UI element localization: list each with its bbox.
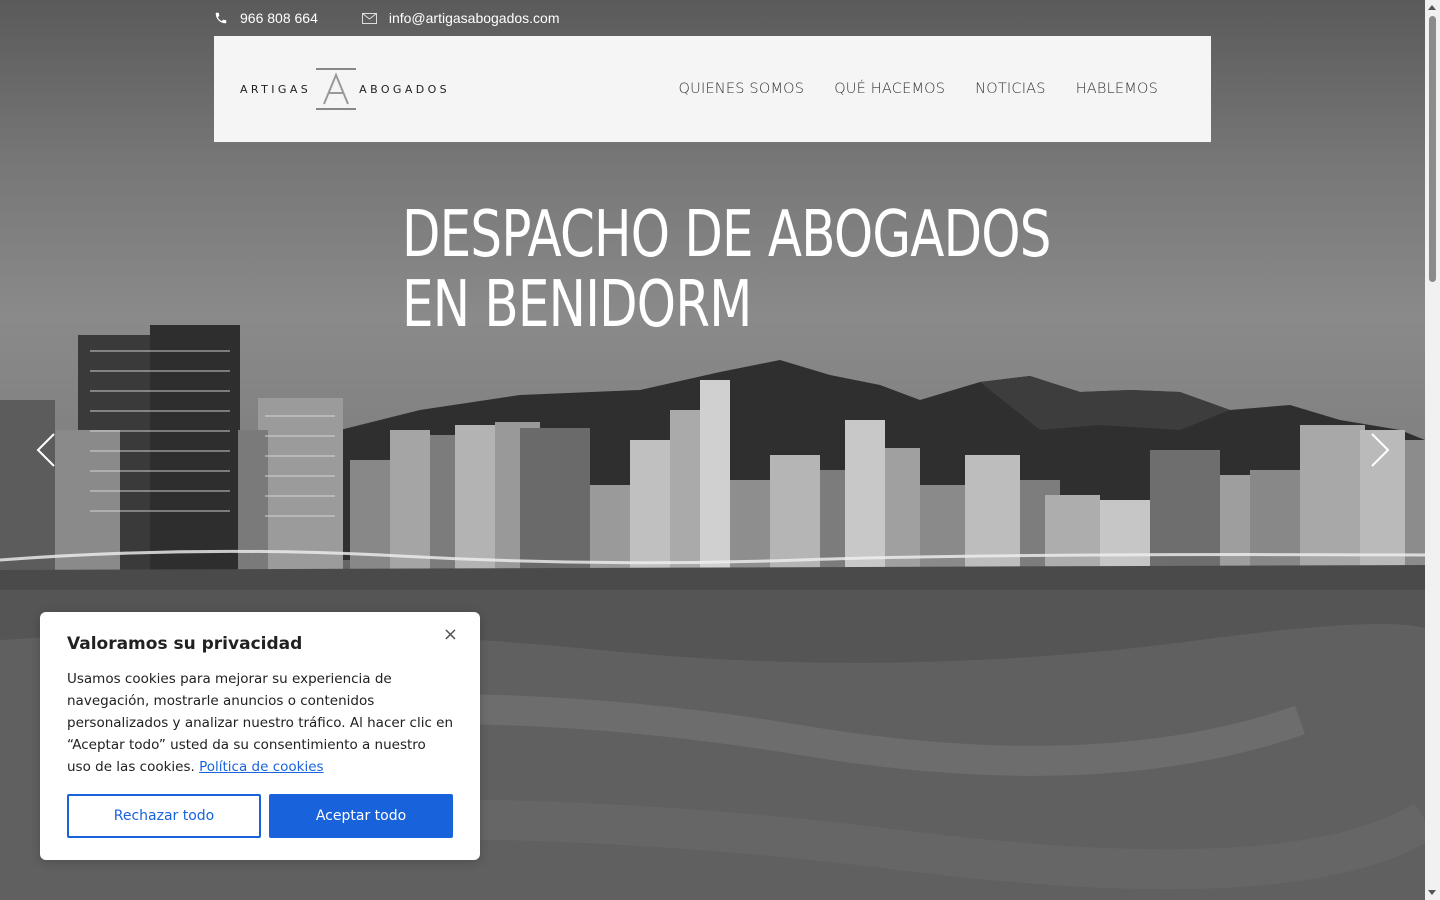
main-navigation: QUIENES SOMOS QUÉ HACEMOS NOTICIAS HABLE… xyxy=(679,81,1158,97)
nav-item-que-hacemos[interactable]: QUÉ HACEMOS xyxy=(834,81,945,97)
slider-next-arrow-icon[interactable] xyxy=(1368,432,1392,468)
hero-headline-line-2: EN BENIDORM xyxy=(402,268,752,342)
scroll-down-arrow-icon[interactable] xyxy=(1428,890,1436,895)
scroll-up-arrow-icon[interactable] xyxy=(1428,5,1436,10)
reject-all-button[interactable]: Rechazar todo xyxy=(67,794,261,838)
cookie-description: Usamos cookies para mejorar su experienc… xyxy=(67,668,453,778)
close-icon[interactable]: × xyxy=(443,624,458,645)
nav-item-hablemos[interactable]: HABLEMOS xyxy=(1076,81,1158,97)
top-contact-bar: 966 808 664 info@artigasabogados.com xyxy=(214,0,604,36)
email-address: info@artigasabogados.com xyxy=(388,10,560,26)
cookie-policy-link[interactable]: Política de cookies xyxy=(199,759,323,775)
phone-icon xyxy=(215,12,227,24)
page-scrollbar[interactable] xyxy=(1425,0,1440,900)
logo-mark xyxy=(315,68,357,110)
site-logo[interactable]: ARTIGAS ABOGADOS xyxy=(240,68,450,110)
cookie-consent-banner: × Valoramos su privacidad Usamos cookies… xyxy=(40,612,480,860)
site-header: ARTIGAS ABOGADOS QUIENES SOMOS QUÉ HACEM… xyxy=(214,36,1211,142)
nav-item-noticias[interactable]: NOTICIAS xyxy=(975,81,1046,97)
hero-headline: DESPACHO DE ABOGADOS EN BENIDORM xyxy=(402,200,1051,340)
hero-headline-line-1: DESPACHO DE ABOGADOS xyxy=(402,198,1051,272)
nav-item-quienes-somos[interactable]: QUIENES SOMOS xyxy=(679,81,805,97)
cookie-title: Valoramos su privacidad xyxy=(67,634,303,654)
accept-all-button[interactable]: Aceptar todo xyxy=(269,794,453,838)
email-contact[interactable]: info@artigasabogados.com xyxy=(361,10,560,26)
logo-text-right: ABOGADOS xyxy=(359,82,451,96)
phone-number: 966 808 664 xyxy=(240,10,318,26)
scrollbar-thumb[interactable] xyxy=(1429,16,1436,282)
slider-prev-arrow-icon[interactable] xyxy=(34,432,58,468)
phone-contact[interactable]: 966 808 664 xyxy=(214,10,318,26)
envelope-icon xyxy=(361,12,377,24)
logo-text-left: ARTIGAS xyxy=(240,82,312,96)
cookie-actions: Rechazar todo Aceptar todo xyxy=(67,794,453,838)
